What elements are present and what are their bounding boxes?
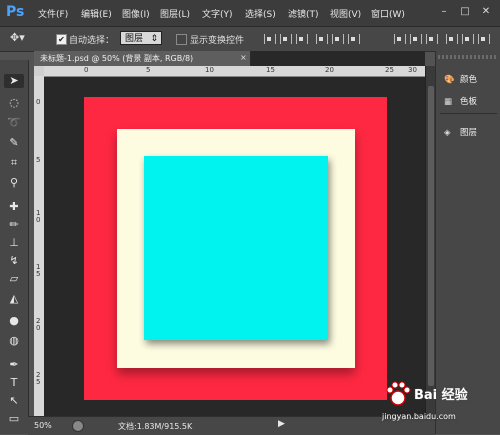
paint-bucket-tool-icon[interactable]: ◭ — [7, 292, 21, 306]
align-hcenter-icon[interactable] — [332, 34, 344, 44]
ruler-origin[interactable] — [34, 66, 44, 76]
crop-tool-icon[interactable]: ⌗ — [7, 156, 21, 170]
status-menu-arrow-icon[interactable]: ▶ — [278, 419, 285, 429]
swatches-panel-label: 色板 — [460, 97, 478, 107]
distribute-right-icon[interactable] — [478, 34, 490, 44]
marquee-tool-icon[interactable]: ◌ — [7, 96, 21, 110]
distribute-hcenter-icon[interactable] — [462, 34, 474, 44]
move-tool-icon[interactable]: ➤ — [4, 74, 24, 88]
options-bar: ✥▾ ✔ 自动选择： 图层 ⇕ 显示变换控件 — [0, 27, 500, 52]
menu-select[interactable]: 选择(S) — [245, 7, 276, 20]
zoom-level[interactable]: 50% — [34, 421, 52, 430]
align-vcenter-icon[interactable] — [280, 34, 292, 44]
auto-select-label: 自动选择： — [69, 36, 115, 46]
scrollbar-thumb[interactable] — [428, 86, 434, 386]
layers-panel-label: 图层 — [460, 128, 478, 138]
dropdown-arrow-icon: ⇕ — [150, 34, 158, 44]
type-tool-icon[interactable]: T — [7, 376, 21, 390]
auto-select-checkbox[interactable]: ✔ — [56, 34, 67, 45]
ruler-v-label: 1 0 — [36, 209, 41, 224]
distribute-bottom-icon[interactable] — [426, 34, 438, 44]
align-bottom-icon[interactable] — [296, 34, 308, 44]
palette-icon: 🎨 — [444, 75, 455, 85]
menu-edit[interactable]: 编辑(E) — [81, 7, 112, 20]
align-right-icon[interactable] — [348, 34, 360, 44]
align-left-icon[interactable] — [316, 34, 328, 44]
document-tab[interactable]: 未标题-1.psd @ 50% (背景 副本, RGB/8) × — [34, 51, 251, 66]
ruler-h-label: 15 — [266, 66, 275, 74]
ruler-h-label: 25 — [385, 66, 394, 74]
ruler-h-label: 20 — [325, 66, 334, 74]
eraser-tool-icon[interactable]: ▱ — [7, 272, 21, 286]
show-transform-checkbox[interactable] — [176, 34, 187, 45]
menu-filter[interactable]: 滤镜(T) — [288, 7, 319, 20]
eyedropper-tool-icon[interactable]: ⚲ — [7, 176, 21, 190]
swatches-icon: ▦ — [444, 97, 453, 107]
baidu-watermark: Bai 经验 jingyan.baidu.com — [380, 376, 498, 432]
menu-window[interactable]: 窗口(W) — [371, 7, 405, 20]
cyan-square-layer[interactable] — [144, 156, 328, 340]
menu-type[interactable]: 文字(Y) — [202, 7, 233, 20]
menu-layer[interactable]: 图层(L) — [160, 7, 190, 20]
rectangle-tool-icon[interactable]: ▭ — [7, 412, 21, 426]
tools-panel: ➤ ◌ ➰ ✎ ⌗ ⚲ ✚ ✏ ⊥ ↯ ▱ ◭ ● ◍ ✒ T ↖ ▭ — [0, 60, 29, 434]
pen-tool-icon[interactable]: ✒ — [7, 358, 21, 372]
brush-tool-icon[interactable]: ✏ — [7, 218, 21, 232]
layer-select-value: 图层 — [125, 34, 144, 44]
close-tab-icon[interactable]: × — [240, 53, 247, 62]
document-size: 文档:1.83M/915.5K — [118, 422, 193, 431]
ruler-h-label: 0 — [84, 66, 89, 74]
photoshop-logo: Ps — [6, 4, 25, 20]
path-select-tool-icon[interactable]: ↖ — [7, 394, 21, 408]
history-brush-tool-icon[interactable]: ↯ — [7, 254, 21, 268]
blur-tool-icon[interactable]: ● — [7, 314, 21, 328]
color-panel-label: 颜色 — [460, 75, 478, 85]
ruler-v-label: 0 — [36, 98, 41, 106]
status-bar: 50% 文档:1.83M/915.5K ▶ — [28, 416, 435, 435]
document-title: 未标题-1.psd @ 50% (背景 副本, RGB/8) — [40, 54, 194, 63]
status-info-icon[interactable] — [72, 420, 84, 432]
clone-stamp-tool-icon[interactable]: ⊥ — [7, 236, 21, 250]
watermark-url: jingyan.baidu.com — [382, 412, 456, 421]
layers-icon: ◈ — [444, 128, 451, 138]
dodge-tool-icon[interactable]: ◍ — [7, 334, 21, 348]
menu-file[interactable]: 文件(F) — [38, 7, 68, 20]
ruler-v-label: 1 5 — [36, 263, 41, 278]
healing-brush-tool-icon[interactable]: ✚ — [7, 200, 21, 214]
minimize-button[interactable]: – — [438, 6, 450, 18]
menu-bar: Ps 文件(F) 编辑(E) 图像(I) 图层(L) 文字(Y) 选择(S) 滤… — [0, 0, 500, 27]
ruler-h-label: 5 — [146, 66, 151, 74]
swatches-panel-button[interactable]: ▦ 色板 — [444, 95, 477, 107]
quick-select-tool-icon[interactable]: ✎ — [7, 136, 21, 150]
close-window-button[interactable]: ✕ — [480, 6, 492, 18]
watermark-brand: Bai 经验 — [414, 388, 468, 403]
show-transform-label: 显示变换控件 — [190, 36, 245, 46]
layers-panel-button[interactable]: ◈ 图层 — [444, 126, 477, 138]
ruler-v-label: 2 5 — [36, 371, 41, 386]
panel-grip[interactable] — [438, 55, 498, 59]
move-tool-icon[interactable]: ✥▾ — [10, 31, 25, 44]
ruler-v-label: 2 0 — [36, 317, 41, 332]
align-top-icon[interactable] — [264, 34, 276, 44]
layer-select-dropdown[interactable]: 图层 ⇕ — [120, 31, 162, 45]
distribute-left-icon[interactable] — [446, 34, 458, 44]
maximize-button[interactable]: □ — [459, 6, 471, 18]
color-panel-button[interactable]: 🎨 颜色 — [444, 73, 477, 85]
baidu-paw-icon — [386, 381, 411, 406]
panel-divider — [440, 113, 497, 114]
ruler-h-label: 30 — [408, 66, 417, 74]
lasso-tool-icon[interactable]: ➰ — [7, 116, 21, 130]
distribute-vcenter-icon[interactable] — [410, 34, 422, 44]
menu-image[interactable]: 图像(I) — [122, 7, 150, 20]
horizontal-ruler[interactable]: 0 5 10 15 20 25 30 — [44, 66, 425, 77]
menu-view[interactable]: 视图(V) — [330, 7, 361, 20]
distribute-top-icon[interactable] — [394, 34, 406, 44]
ruler-v-label: 5 — [36, 156, 41, 164]
ruler-h-label: 10 — [205, 66, 214, 74]
